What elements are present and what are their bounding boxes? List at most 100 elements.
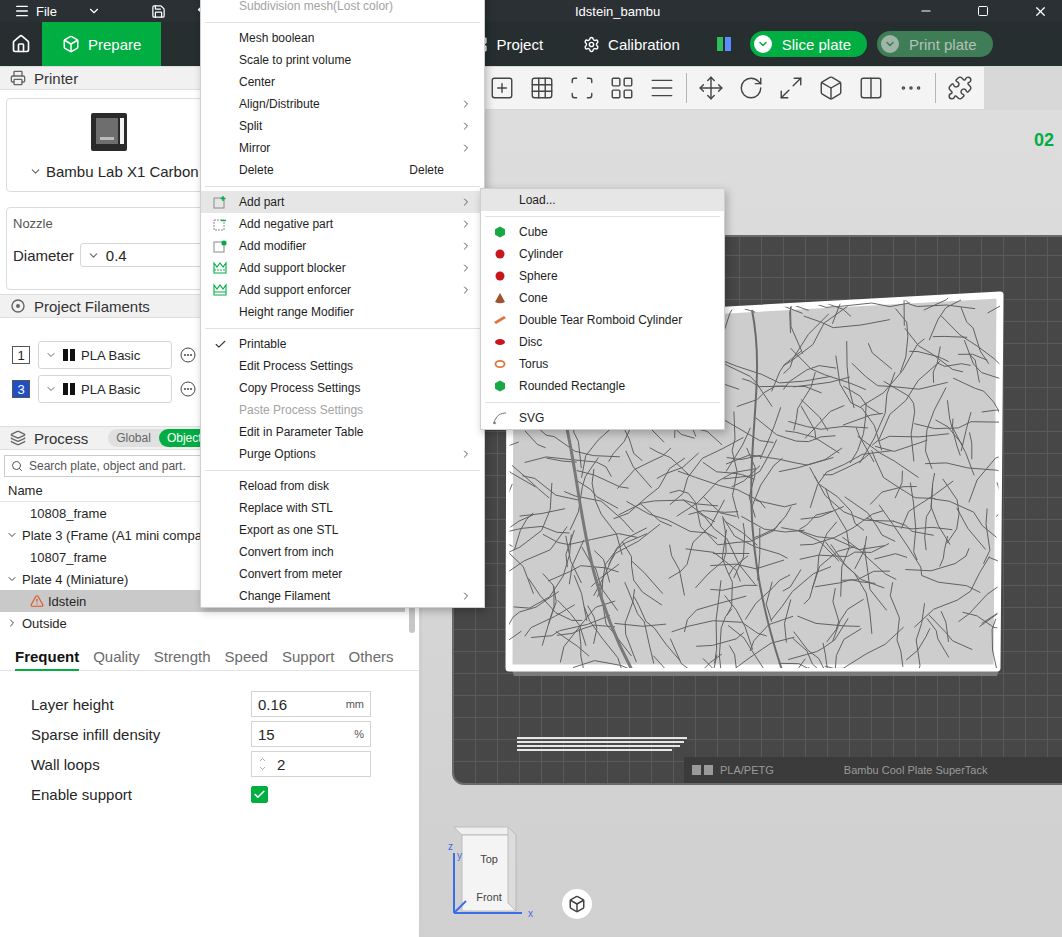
- menu-item[interactable]: Add negative part: [201, 213, 484, 235]
- submenu-item[interactable]: Cube: [481, 221, 724, 243]
- chevron-down-icon: [87, 249, 100, 262]
- rotate-icon: [738, 75, 764, 101]
- submenu-item[interactable]: Disc: [481, 331, 724, 353]
- collapse-icon[interactable]: [6, 617, 18, 629]
- filament-index: 1: [12, 346, 30, 364]
- mode-option[interactable]: Global: [108, 429, 159, 447]
- setting-field[interactable]: 15%: [251, 721, 371, 747]
- tool-button[interactable]: [486, 72, 518, 104]
- nav-tab[interactable]: Calibration: [563, 22, 700, 66]
- nav-tab[interactable]: Prepare: [42, 22, 161, 66]
- submenu-item[interactable]: Torus: [481, 353, 724, 375]
- filament-select[interactable]: PLA Basic: [38, 341, 172, 369]
- submenu-item[interactable]: Rounded Rectangle: [481, 375, 724, 397]
- menu-item[interactable]: Printable: [201, 333, 484, 355]
- menu-item[interactable]: Replace with STL: [201, 497, 484, 519]
- more-icon[interactable]: [180, 381, 196, 397]
- save-icon[interactable]: [151, 4, 166, 19]
- menu-item[interactable]: Reload from disk: [201, 475, 484, 497]
- setting-tab[interactable]: Speed: [225, 645, 268, 671]
- tool-button[interactable]: [815, 72, 847, 104]
- tool-button[interactable]: [606, 72, 638, 104]
- home-tab[interactable]: [0, 22, 42, 66]
- move-icon: [698, 75, 724, 101]
- process-icon: [10, 430, 26, 446]
- spin-down-icon[interactable]: [258, 764, 267, 773]
- minimize-icon[interactable]: [919, 4, 933, 18]
- menu-item[interactable]: Add support enforcer: [201, 279, 484, 301]
- chevron-down-icon[interactable]: [87, 4, 101, 18]
- setting-tab[interactable]: Support: [282, 645, 335, 671]
- tool-button[interactable]: [695, 72, 727, 104]
- menu-item[interactable]: Add support blocker: [201, 257, 484, 279]
- menu-item[interactable]: Convert from inch: [201, 541, 484, 563]
- svg-text:Front: Front: [476, 891, 502, 903]
- setting-tab[interactable]: Quality: [93, 645, 140, 671]
- menu-item[interactable]: Export as one STL: [201, 519, 484, 541]
- submenu-item[interactable]: SVG: [481, 407, 724, 429]
- tool-button[interactable]: [566, 72, 598, 104]
- file-menu[interactable]: File: [36, 4, 57, 19]
- setting-tab[interactable]: Frequent: [15, 645, 79, 671]
- tool-button[interactable]: [526, 72, 558, 104]
- setting-spin[interactable]: 2: [251, 751, 371, 777]
- menu-item[interactable]: Add part: [201, 191, 484, 213]
- menu-item[interactable]: Change Filament: [201, 585, 484, 607]
- part-icon: [213, 195, 227, 209]
- setting-field[interactable]: 0.16mm: [251, 691, 371, 717]
- menu-item[interactable]: Copy Process Settings: [201, 377, 484, 399]
- filament-index: 3: [12, 380, 30, 398]
- object-row[interactable]: Outside: [0, 612, 405, 634]
- submenu-item[interactable]: Cylinder: [481, 243, 724, 265]
- tool-button[interactable]: [735, 72, 767, 104]
- more-icon[interactable]: [180, 347, 196, 363]
- menu-item[interactable]: Edit Process Settings: [201, 355, 484, 377]
- menu-separator: [481, 211, 724, 221]
- setting-checkbox[interactable]: [251, 786, 268, 803]
- expand-icon[interactable]: [6, 529, 18, 541]
- layers-icon: [649, 75, 675, 101]
- menu-item[interactable]: Mesh boolean: [201, 27, 484, 49]
- expand-icon[interactable]: [6, 573, 18, 585]
- view-cube[interactable]: TopFrontxyz: [446, 823, 546, 923]
- submenu-item[interactable]: Load...: [481, 189, 724, 211]
- menu-item[interactable]: DeleteDelete: [201, 159, 484, 181]
- svg-icon: [493, 411, 507, 425]
- tool-button[interactable]: [895, 72, 927, 104]
- context-menu: Subdivision mesh(Lost color)Mesh boolean…: [200, 0, 485, 608]
- menu-item[interactable]: Mirror: [201, 137, 484, 159]
- menu-item[interactable]: Split: [201, 115, 484, 137]
- menu-item[interactable]: Center: [201, 71, 484, 93]
- action-button[interactable]: Slice plate: [750, 31, 867, 57]
- setting-tab[interactable]: Others: [349, 645, 394, 671]
- lay-on-face-icon: [818, 75, 844, 101]
- tool-button[interactable]: [646, 72, 678, 104]
- menu-item[interactable]: Convert from meter: [201, 563, 484, 585]
- brand-icon: [63, 383, 75, 395]
- setting-tab[interactable]: Strength: [154, 645, 211, 671]
- add-plate-icon: [489, 75, 515, 101]
- filament-select[interactable]: PLA Basic: [38, 375, 172, 403]
- maximize-icon[interactable]: [977, 5, 989, 17]
- arrange-icon: [609, 75, 635, 101]
- close-icon[interactable]: [1033, 4, 1048, 19]
- submenu-arrow-icon: [460, 218, 472, 230]
- tool-button[interactable]: [855, 72, 887, 104]
- multicolor-icon[interactable]: [716, 36, 732, 52]
- submenu-item[interactable]: Cone: [481, 287, 724, 309]
- hamburger-icon[interactable]: [14, 3, 30, 19]
- tool-button[interactable]: [944, 72, 976, 104]
- submenu-item[interactable]: Sphere: [481, 265, 724, 287]
- menu-item[interactable]: Purge Options: [201, 443, 484, 465]
- submenu-item[interactable]: Double Tear Romboid Cylinder: [481, 309, 724, 331]
- fit-view-button[interactable]: [562, 889, 592, 919]
- menu-item[interactable]: Height range Modifier: [201, 301, 484, 323]
- diameter-select[interactable]: 0.4: [80, 243, 202, 267]
- tool-button[interactable]: [775, 72, 807, 104]
- menu-item[interactable]: Add modifier: [201, 235, 484, 257]
- menu-item[interactable]: Edit in Parameter Table: [201, 421, 484, 443]
- spin-up-icon[interactable]: [258, 755, 267, 764]
- auto-orient-icon: [569, 75, 595, 101]
- menu-item[interactable]: Align/Distribute: [201, 93, 484, 115]
- menu-item[interactable]: Scale to print volume: [201, 49, 484, 71]
